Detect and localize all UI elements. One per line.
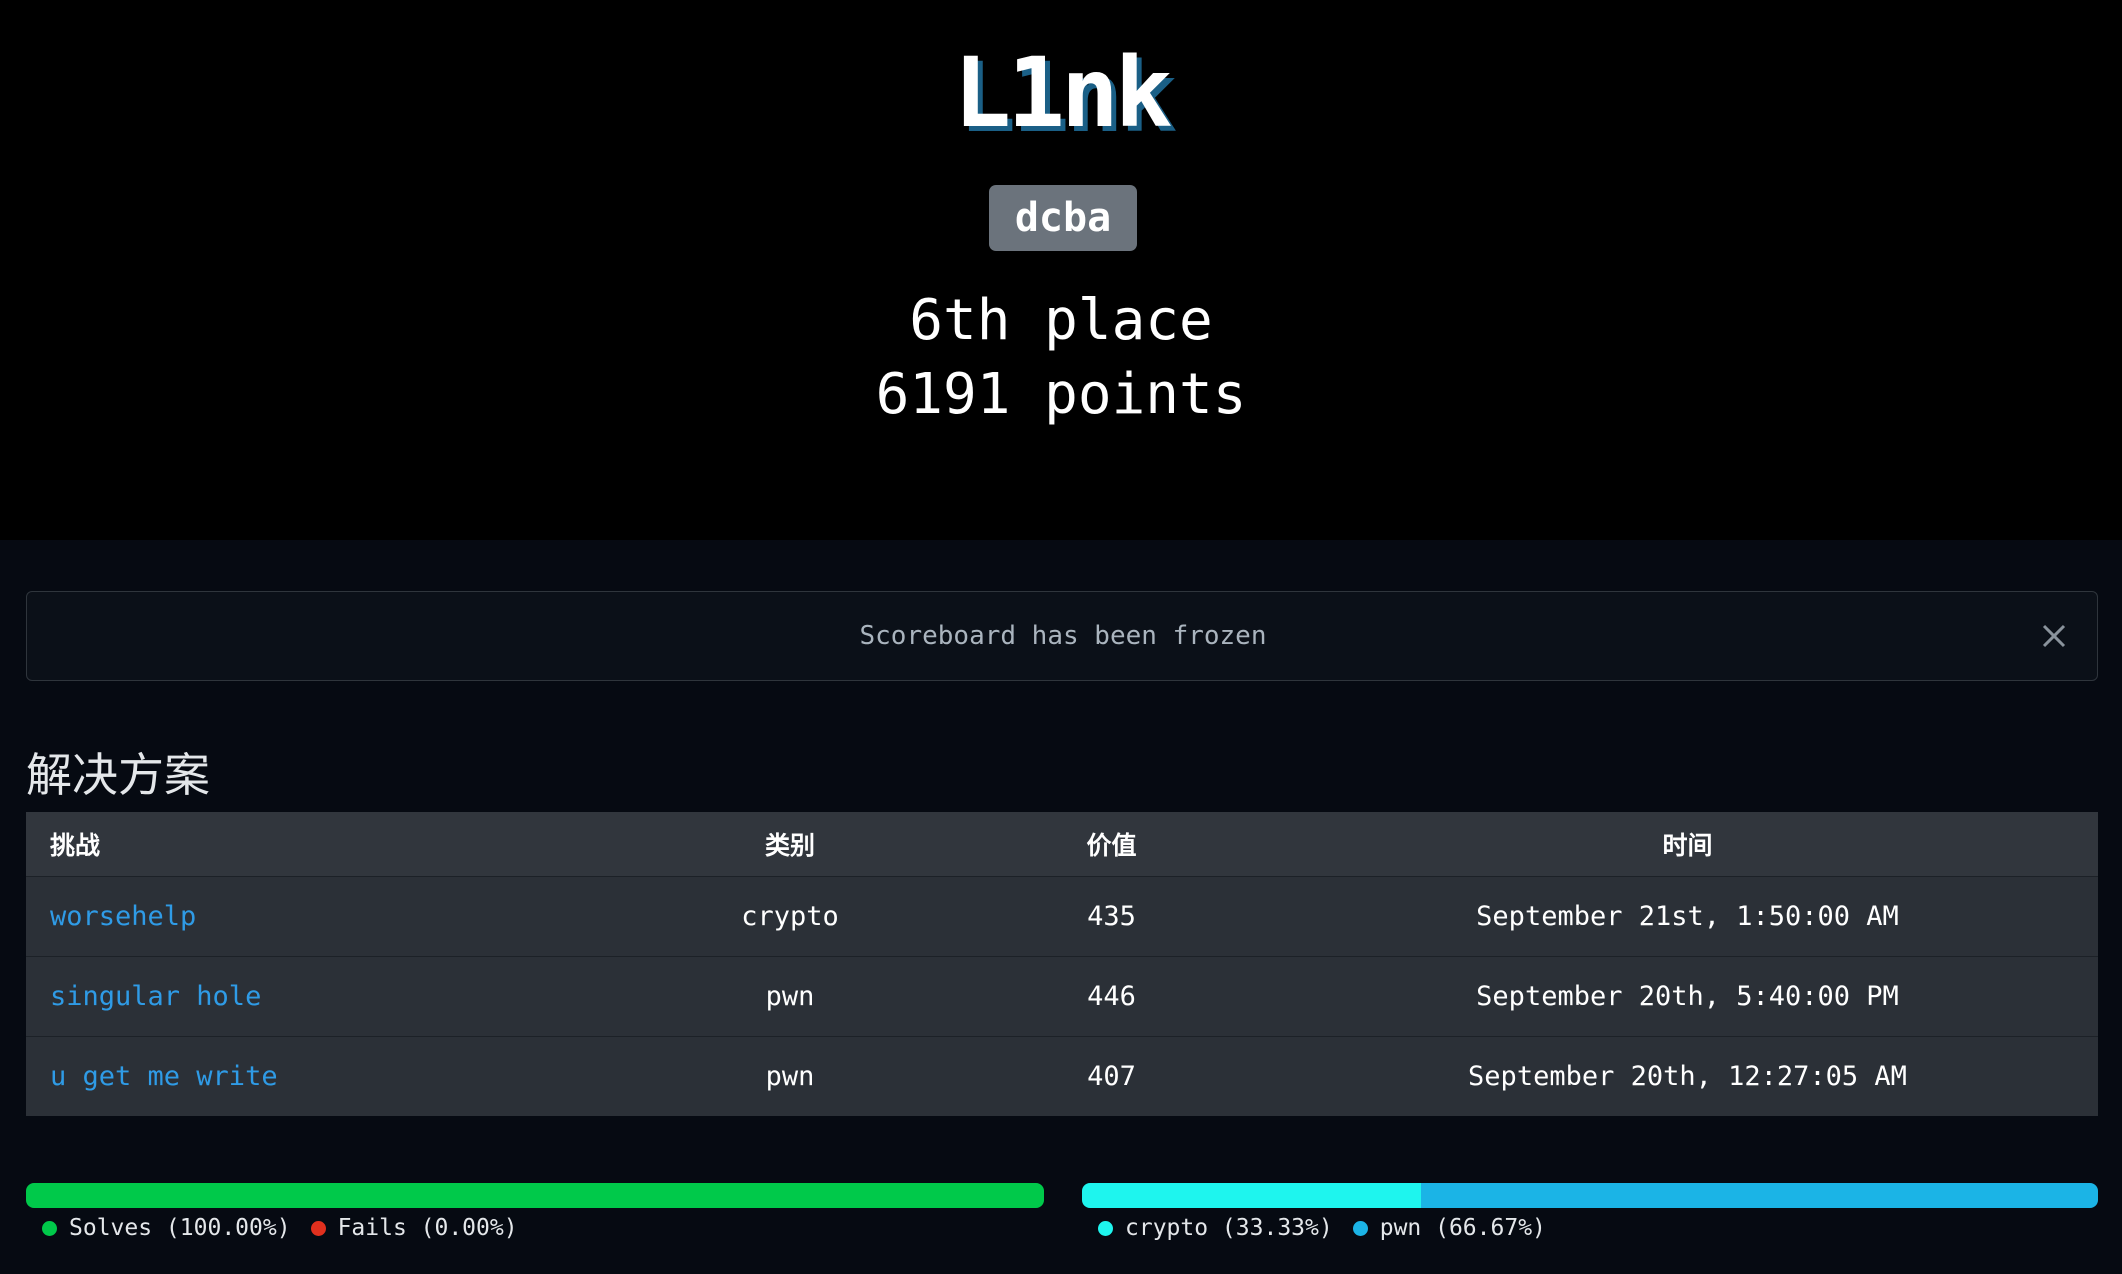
legend-dot-icon (42, 1220, 57, 1236)
category-breakdown-bar (1082, 1183, 2098, 1208)
legend-label: crypto (33.33%) (1125, 1215, 1333, 1241)
table-header-row: 挑战 类别 价值 时间 (26, 812, 2098, 877)
legend-dot-icon (1098, 1220, 1113, 1236)
category-cell: pwn (634, 956, 946, 1037)
legend-item-pwn[interactable]: pwn (66.67%) (1352, 1212, 1546, 1244)
legend-item-crypto[interactable]: crypto (33.33%) (1098, 1212, 1333, 1244)
challenge-link[interactable]: u get me write (50, 1061, 278, 1092)
category-breakdown-legend: crypto (33.33%) pwn (66.67%) (1098, 1212, 1566, 1244)
legend-item-solves[interactable]: Solves (100.00%) (42, 1212, 291, 1244)
column-header-value: 价值 (946, 812, 1277, 877)
category-cell: crypto (634, 876, 946, 957)
table-row: singular hole pwn 446 September 20th, 5:… (26, 956, 2098, 1037)
solves-title: 解决方案 (26, 748, 210, 802)
legend-label: pwn (66.67%) (1379, 1215, 1546, 1241)
challenge-link[interactable]: worsehelp (50, 901, 196, 932)
affiliation-badge: dcba (989, 185, 1137, 251)
bar-segment-solves (26, 1183, 1044, 1208)
team-points: 6191 points (875, 362, 1247, 427)
bar-segment-crypto (1082, 1183, 1421, 1208)
legend-label: Fails (0.00%) (337, 1215, 518, 1241)
legend-dot-icon (1352, 1220, 1368, 1236)
legend-label: Solves (100.00%) (69, 1215, 291, 1241)
category-cell: pwn (634, 1036, 946, 1116)
column-header-challenge: 挑战 (26, 812, 634, 877)
team-header: L1nk dcba 6th place 6191 points (0, 0, 2122, 540)
time-cell: September 21st, 1:50:00 AM (1277, 876, 2098, 957)
bar-segment-pwn (1420, 1183, 2098, 1208)
legend-item-fails[interactable]: Fails (0.00%) (310, 1212, 518, 1244)
column-header-category: 类别 (634, 812, 946, 877)
value-cell: 407 (946, 1036, 1277, 1116)
team-name: L1nk (953, 37, 1172, 149)
table-row: worsehelp crypto 435 September 21st, 1:5… (26, 876, 2098, 957)
solves-fails-bar (26, 1183, 1044, 1208)
solves-table: 挑战 类别 价值 时间 worsehelp crypto 435 Septemb… (26, 812, 2098, 1116)
time-cell: September 20th, 5:40:00 PM (1277, 956, 2098, 1037)
value-cell: 446 (946, 956, 1277, 1037)
legend-dot-icon (310, 1220, 326, 1236)
table-row: u get me write pwn 407 September 20th, 1… (26, 1036, 2098, 1116)
value-cell: 435 (946, 876, 1277, 957)
close-icon[interactable] (2035, 617, 2073, 655)
alert-message: Scoreboard has been frozen (859, 621, 1267, 651)
column-header-time: 时间 (1277, 812, 2098, 877)
solves-fails-legend: Solves (100.00%) Fails (0.00%) (42, 1212, 538, 1244)
time-cell: September 20th, 12:27:05 AM (1277, 1036, 2098, 1116)
scoreboard-frozen-alert: Scoreboard has been frozen (26, 591, 2098, 681)
team-place: 6th place (909, 288, 1213, 353)
challenge-link[interactable]: singular hole (50, 981, 261, 1012)
